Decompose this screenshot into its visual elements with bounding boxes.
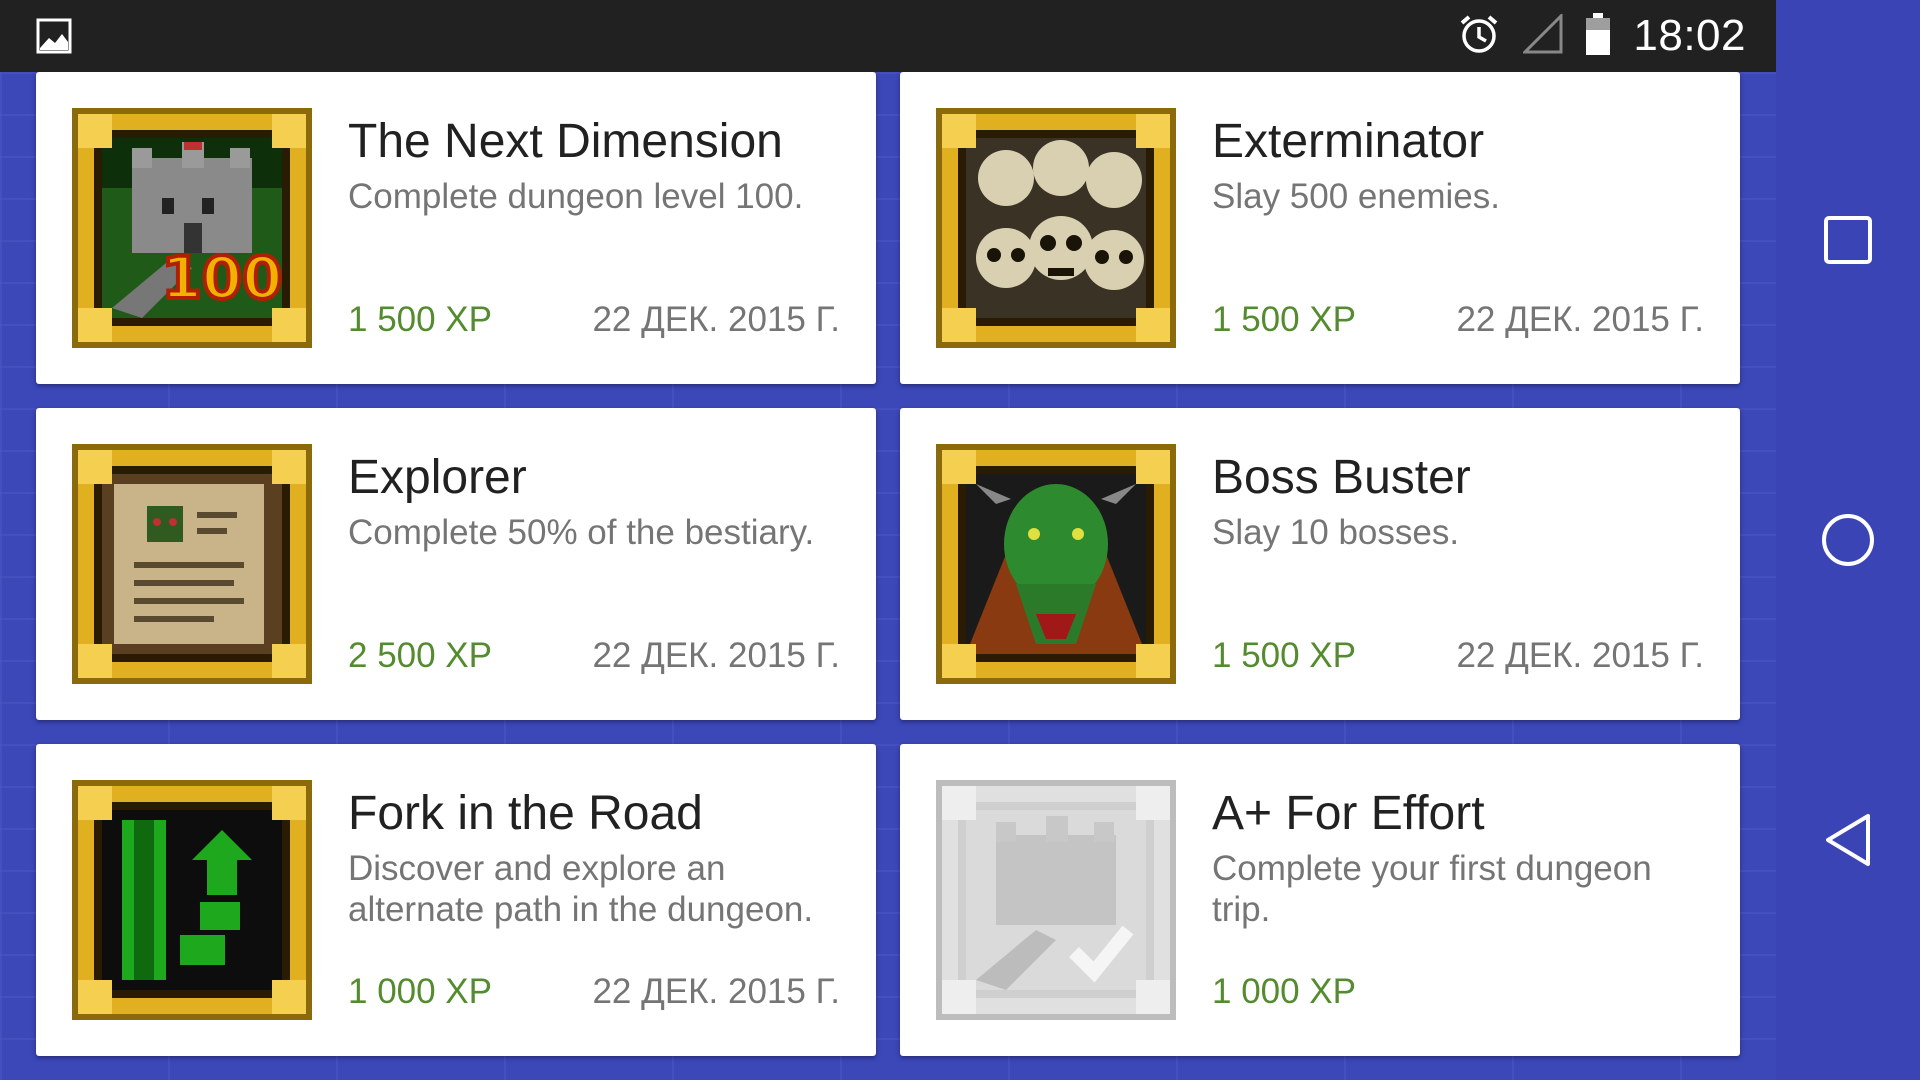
achievement-xp: 1 000 XP xyxy=(348,972,492,1011)
achievement-card[interactable]: Fork in the Road Discover and explore an… xyxy=(36,744,876,1056)
signal-icon xyxy=(1521,11,1563,59)
achievement-card[interactable]: Exterminator Slay 500 enemies. 1 500 XP … xyxy=(900,72,1740,384)
castle-100-icon: 100 xyxy=(72,108,312,348)
status-bar: 18:02 xyxy=(0,0,1776,72)
dragon-boss-icon xyxy=(936,444,1176,684)
achievement-date: 22 ДЕК. 2015 Г. xyxy=(592,636,840,675)
achievement-description: Complete dungeon level 100. xyxy=(348,177,804,216)
achievement-card[interactable]: A+ For Effort Complete your first dungeo… xyxy=(900,744,1740,1056)
achievement-description: Slay 500 enemies. xyxy=(1212,177,1500,216)
image-notification-icon xyxy=(36,18,72,54)
achievement-description: Discover and explore an alternate path i… xyxy=(348,849,814,929)
achievements-list[interactable]: 100 The Next Dimension Complete dungeon … xyxy=(0,72,1776,1080)
achievement-title: Exterminator xyxy=(1212,115,1485,168)
skulls-icon xyxy=(936,108,1176,348)
achievement-xp: 1 000 XP xyxy=(1212,972,1356,1011)
clock: 18:02 xyxy=(1633,11,1746,60)
back-button[interactable] xyxy=(1818,810,1878,870)
bestiary-book-icon xyxy=(72,444,312,684)
achievement-xp: 2 500 XP xyxy=(348,636,492,675)
battery-icon xyxy=(1585,12,1611,61)
achievement-card[interactable]: Explorer Complete 50% of the bestiary. 2… xyxy=(36,408,876,720)
achievement-description: Complete 50% of the bestiary. xyxy=(348,513,815,552)
achievement-title: Boss Buster xyxy=(1212,451,1471,504)
home-button[interactable] xyxy=(1818,510,1878,570)
achievement-title: The Next Dimension xyxy=(348,115,783,168)
achievement-description: Slay 10 bosses. xyxy=(1212,513,1460,552)
achievement-description: Complete your first dungeon trip. xyxy=(1212,849,1652,929)
achievement-title: Explorer xyxy=(348,451,527,504)
achievement-card[interactable]: Boss Buster Slay 10 bosses. 1 500 XP 22 … xyxy=(900,408,1740,720)
achievement-title: Fork in the Road xyxy=(348,787,703,840)
alarm-icon xyxy=(1457,12,1501,61)
svg-text:100: 100 xyxy=(161,244,282,312)
achievement-xp: 1 500 XP xyxy=(1212,300,1356,339)
recents-button[interactable] xyxy=(1818,210,1878,270)
navigation-bar xyxy=(1776,0,1920,1080)
achievement-date: 22 ДЕК. 2015 Г. xyxy=(592,972,840,1011)
achievement-title: A+ For Effort xyxy=(1212,787,1485,840)
fork-path-icon xyxy=(72,780,312,1020)
achievement-xp: 1 500 XP xyxy=(1212,636,1356,675)
achievement-xp: 1 500 XP xyxy=(348,300,492,339)
achievement-date: 22 ДЕК. 2015 Г. xyxy=(1456,636,1704,675)
achievement-card[interactable]: 100 The Next Dimension Complete dungeon … xyxy=(36,72,876,384)
achievement-date: 22 ДЕК. 2015 Г. xyxy=(1456,300,1704,339)
achievement-date: 22 ДЕК. 2015 Г. xyxy=(592,300,840,339)
castle-check-icon xyxy=(936,780,1176,1020)
